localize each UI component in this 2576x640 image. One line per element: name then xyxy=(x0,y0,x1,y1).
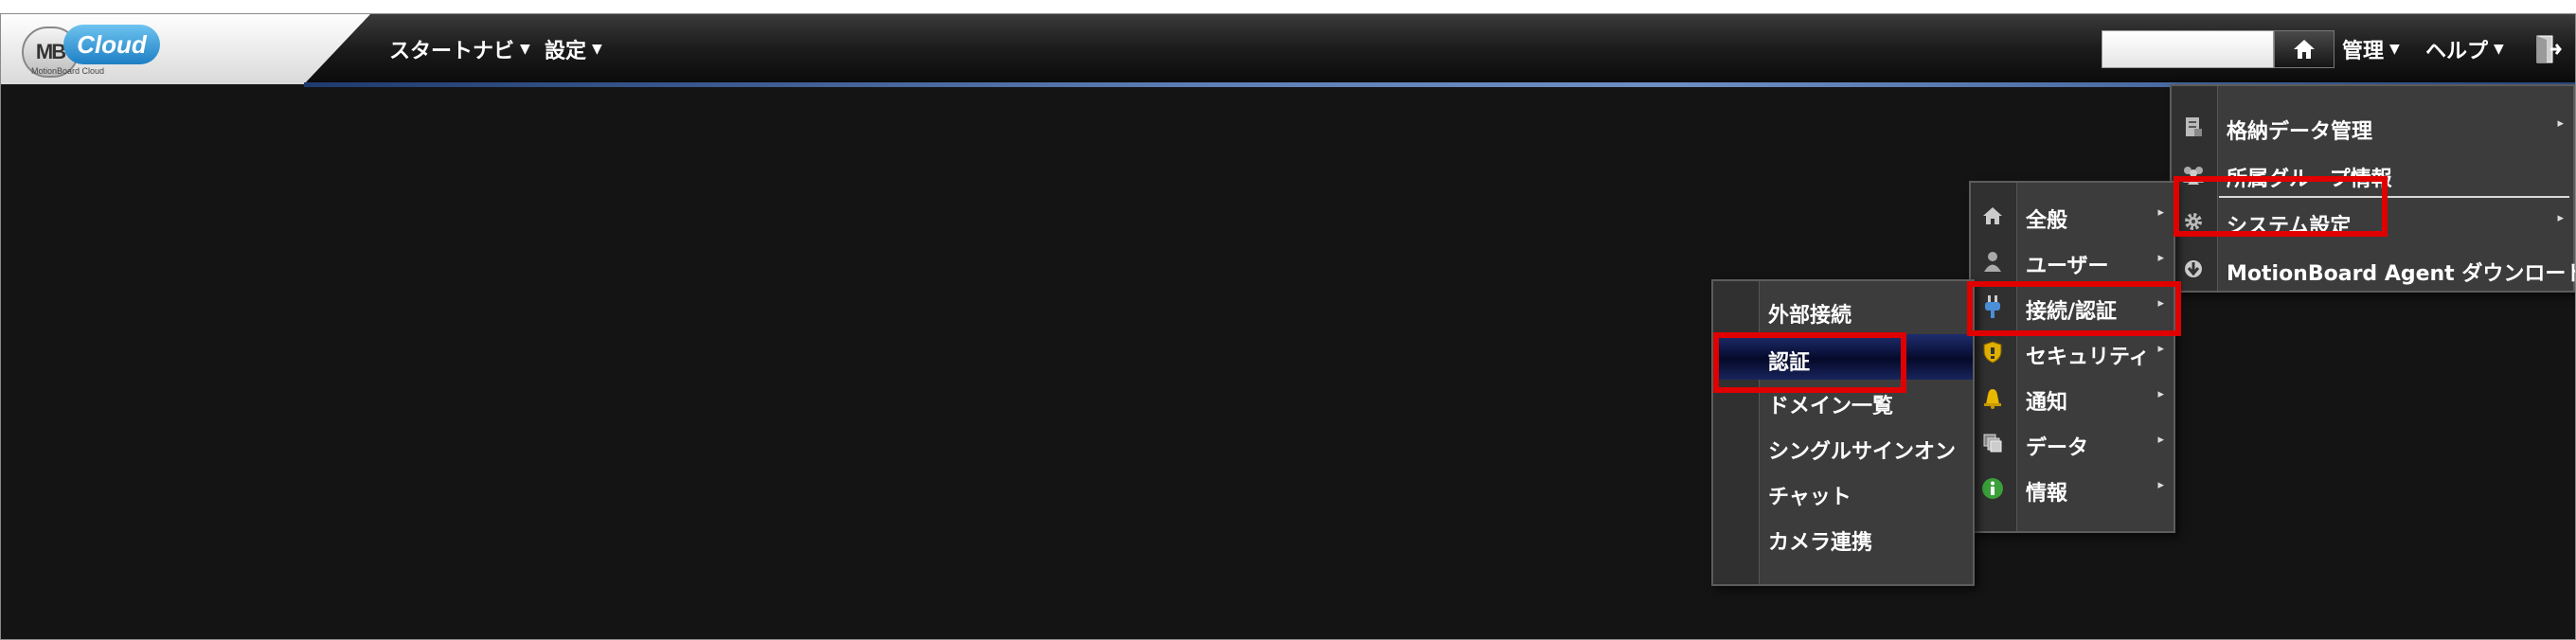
app-frame: MB Cloud MotionBoard Cloud スタートナビ ▼ 設定 ▼… xyxy=(0,13,2576,640)
menu-item-camera-integration[interactable]: カメラ連携 xyxy=(1713,514,1973,560)
nav-start-navi[interactable]: スタートナビ ▼ xyxy=(389,14,530,84)
menu-item-label: MotionBoard Agent ダウンロード xyxy=(2227,262,2576,286)
chevron-right-icon: ▸ xyxy=(2157,205,2164,220)
menu-item-label: ドメイン一覧 xyxy=(1768,395,1894,418)
menu-item-label: データ xyxy=(2026,436,2089,460)
menu-item-label: 外部接続 xyxy=(1768,304,1852,328)
nav-admin[interactable]: 管理 ▼ xyxy=(2342,14,2400,84)
chevron-down-icon: ▼ xyxy=(2494,42,2504,57)
download-icon xyxy=(2181,257,2206,281)
nav-help[interactable]: ヘルプ ▼ xyxy=(2425,14,2504,84)
chevron-right-icon: ▸ xyxy=(2557,116,2564,131)
menu-item-label: 情報 xyxy=(2026,482,2068,506)
menu-item-general[interactable]: 全般 ▸ xyxy=(1971,192,2174,238)
menu-item-label: 通知 xyxy=(2026,391,2068,415)
menu-item-external-connection[interactable]: 外部接続 xyxy=(1713,287,1973,332)
nav-settings[interactable]: 設定 ▼ xyxy=(545,14,602,84)
menu-item-label: ユーザー xyxy=(2026,255,2109,278)
menu-item-label: チャット xyxy=(1768,486,1852,509)
nav-settings-label: 設定 xyxy=(545,40,587,63)
menu-item-label: シングルサインオン xyxy=(1768,440,1957,464)
menu-item-label: 格納データ管理 xyxy=(2227,120,2373,144)
chevron-down-icon: ▼ xyxy=(520,42,530,57)
chevron-right-icon: ▸ xyxy=(2157,387,2164,401)
connection-auth-menu: 外部接続 認証 ドメイン一覧 シングルサインオン チャット カメラ連携 xyxy=(1711,279,1975,586)
search-input[interactable] xyxy=(2102,30,2274,68)
menu-item-label: 全般 xyxy=(2026,209,2068,233)
chevron-down-icon: ▼ xyxy=(592,42,602,57)
logout-button[interactable] xyxy=(2531,31,2564,67)
highlight-system-settings xyxy=(2174,176,2388,237)
menu-item-user[interactable]: ユーザー ▸ xyxy=(1971,238,2174,283)
data-icon xyxy=(1980,431,2005,455)
menu-item-data[interactable]: データ ▸ xyxy=(1971,419,2174,465)
menu-item-notification[interactable]: 通知 ▸ xyxy=(1971,374,2174,419)
menu-item-information[interactable]: 情報 ▸ xyxy=(1971,465,2174,510)
nav-help-label: ヘルプ xyxy=(2425,40,2489,63)
chevron-right-icon: ▸ xyxy=(2157,433,2164,447)
menu-item-storage-data[interactable]: 格納データ管理 ▸ xyxy=(2172,103,2573,149)
menu-item-chat[interactable]: チャット xyxy=(1713,469,1973,514)
info-icon xyxy=(1980,476,2005,501)
nav-start-navi-label: スタートナビ xyxy=(389,40,515,63)
home-icon xyxy=(2294,40,2315,59)
highlight-authentication xyxy=(1713,332,1906,393)
system-settings-menu: 全般 ▸ ユーザー ▸ 接続/認証 ▸ セキュリティ ▸ 通知 ▸ データ ▸ … xyxy=(1969,181,2175,533)
logo-cloud-mark: Cloud xyxy=(63,25,160,64)
storage-icon xyxy=(2181,115,2206,139)
chevron-right-icon: ▸ xyxy=(2157,251,2164,265)
chevron-right-icon: ▸ xyxy=(2157,342,2164,356)
motionboard-logo[interactable]: MB Cloud MotionBoard Cloud xyxy=(22,23,160,78)
home-icon xyxy=(1980,204,2005,228)
menu-item-single-sign-on[interactable]: シングルサインオン xyxy=(1713,423,1973,469)
chevron-down-icon: ▼ xyxy=(2389,42,2400,57)
chevron-right-icon: ▸ xyxy=(2557,211,2564,225)
shield-icon xyxy=(1980,340,2005,364)
highlight-connection-auth xyxy=(1967,281,2181,336)
nav-admin-label: 管理 xyxy=(2342,40,2385,63)
home-button[interactable] xyxy=(2274,30,2334,68)
bell-icon xyxy=(1980,385,2005,410)
user-icon xyxy=(1980,249,2005,274)
logo-subtitle: MotionBoard Cloud xyxy=(31,66,105,76)
chevron-right-icon: ▸ xyxy=(2157,478,2164,492)
menu-item-agent-download[interactable]: MotionBoard Agent ダウンロード xyxy=(2172,245,2576,291)
menu-item-label: カメラ連携 xyxy=(1768,531,1873,555)
menu-item-label: セキュリティ xyxy=(2026,346,2150,369)
logout-icon xyxy=(2536,35,2562,63)
